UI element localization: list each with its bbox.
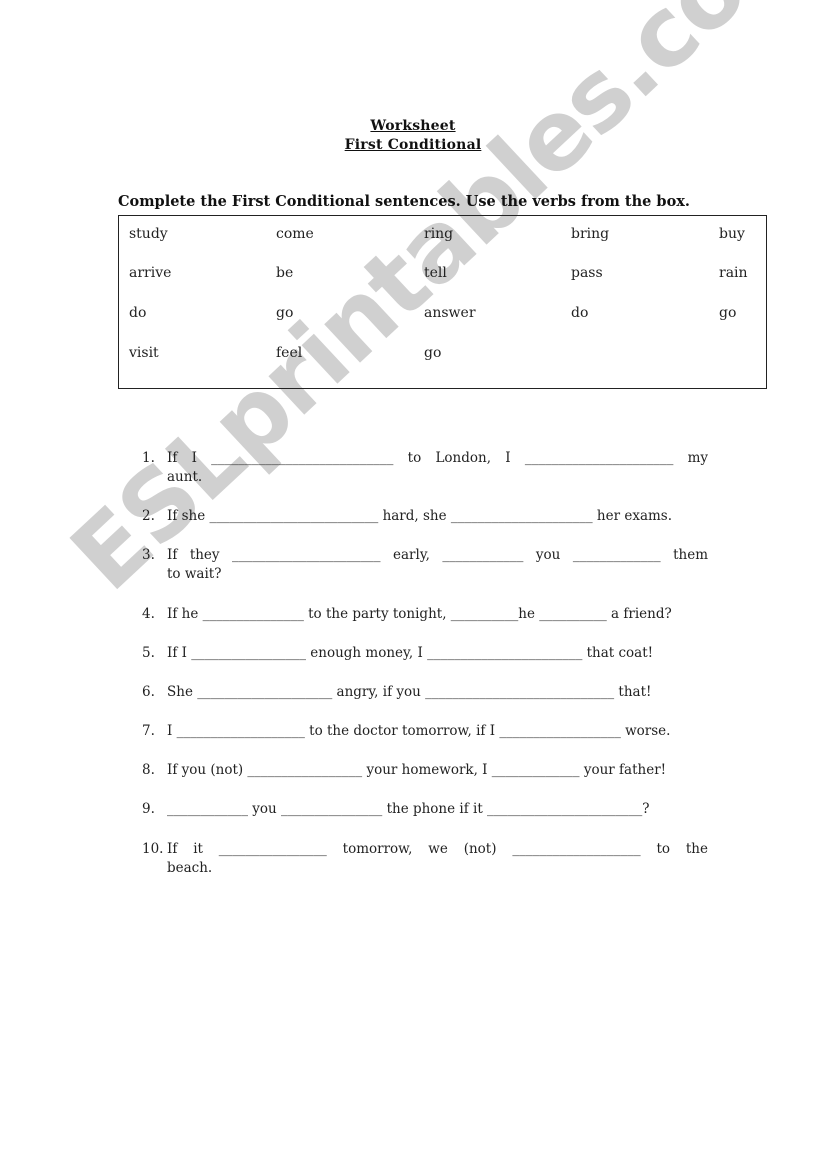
- exercise-sentence[interactable]: I ___________________ to the doctor tomo…: [167, 722, 708, 741]
- exercise-sentence-continuation: beach.: [167, 860, 213, 876]
- exercise-sentence-continuation: to wait?: [167, 566, 222, 582]
- exercise-sentence[interactable]: If it ________________ tomorrow, we (not…: [167, 840, 708, 859]
- verb-word: go: [719, 305, 737, 321]
- verb-word: buy: [719, 226, 745, 242]
- worksheet-page: ESLprintables.com Worksheet First Condit…: [0, 0, 826, 1169]
- exercise-number: 7.: [142, 723, 155, 739]
- exercise-number: 1.: [142, 450, 155, 466]
- worksheet-subtitle: First Conditional: [344, 137, 482, 153]
- verb-word: go: [424, 345, 442, 361]
- verb-word: tell: [424, 265, 447, 281]
- verb-word: answer: [424, 305, 476, 321]
- exercise-sentence-continuation: aunt.: [167, 469, 203, 485]
- exercise-number: 2.: [142, 508, 155, 524]
- verb-word: go: [276, 305, 294, 321]
- verb-word: study: [129, 226, 168, 242]
- exercise-sentence[interactable]: If I ___________________________ to Lond…: [167, 449, 708, 468]
- exercise-number: 3.: [142, 547, 155, 563]
- exercise-sentence[interactable]: She ____________________ angry, if you _…: [167, 683, 708, 702]
- verb-box: study come ring bring buy arrive be tell pass rai…: [118, 215, 767, 389]
- exercise-sentence[interactable]: If she _________________________ hard, s…: [167, 507, 708, 526]
- verb-word: visit: [129, 345, 159, 361]
- verb-word: come: [276, 226, 314, 242]
- exercise-sentence[interactable]: If they ______________________ early, __…: [167, 546, 708, 565]
- verb-word: bring: [571, 226, 610, 242]
- verb-word: feel: [276, 345, 303, 361]
- exercise-sentence[interactable]: If he _______________ to the party tonig…: [167, 605, 708, 624]
- verb-word: rain: [719, 265, 748, 281]
- instructions: Complete the First Conditional sentences…: [118, 193, 690, 210]
- exercise-sentence[interactable]: If you (not) _________________ your home…: [167, 761, 708, 780]
- verb-word: arrive: [129, 265, 172, 281]
- exercise-number: 5.: [142, 645, 155, 661]
- verb-word: do: [129, 305, 147, 321]
- verb-word: be: [276, 265, 294, 281]
- watermark-layer: ESLprintables.com: [0, 0, 826, 1169]
- verb-word: ring: [424, 226, 454, 242]
- exercise-sentence[interactable]: ____________ you _______________ the pho…: [167, 800, 708, 819]
- exercise-number: 10.: [142, 841, 164, 857]
- verb-word: do: [571, 305, 589, 321]
- exercise-number: 6.: [142, 684, 155, 700]
- worksheet-title: Worksheet: [370, 118, 456, 134]
- exercise-sentence[interactable]: If I _________________ enough money, I _…: [167, 644, 708, 663]
- exercise-number: 9.: [142, 801, 155, 817]
- verb-word: pass: [571, 265, 603, 281]
- exercise-number: 8.: [142, 762, 155, 778]
- exercise-number: 4.: [142, 606, 155, 622]
